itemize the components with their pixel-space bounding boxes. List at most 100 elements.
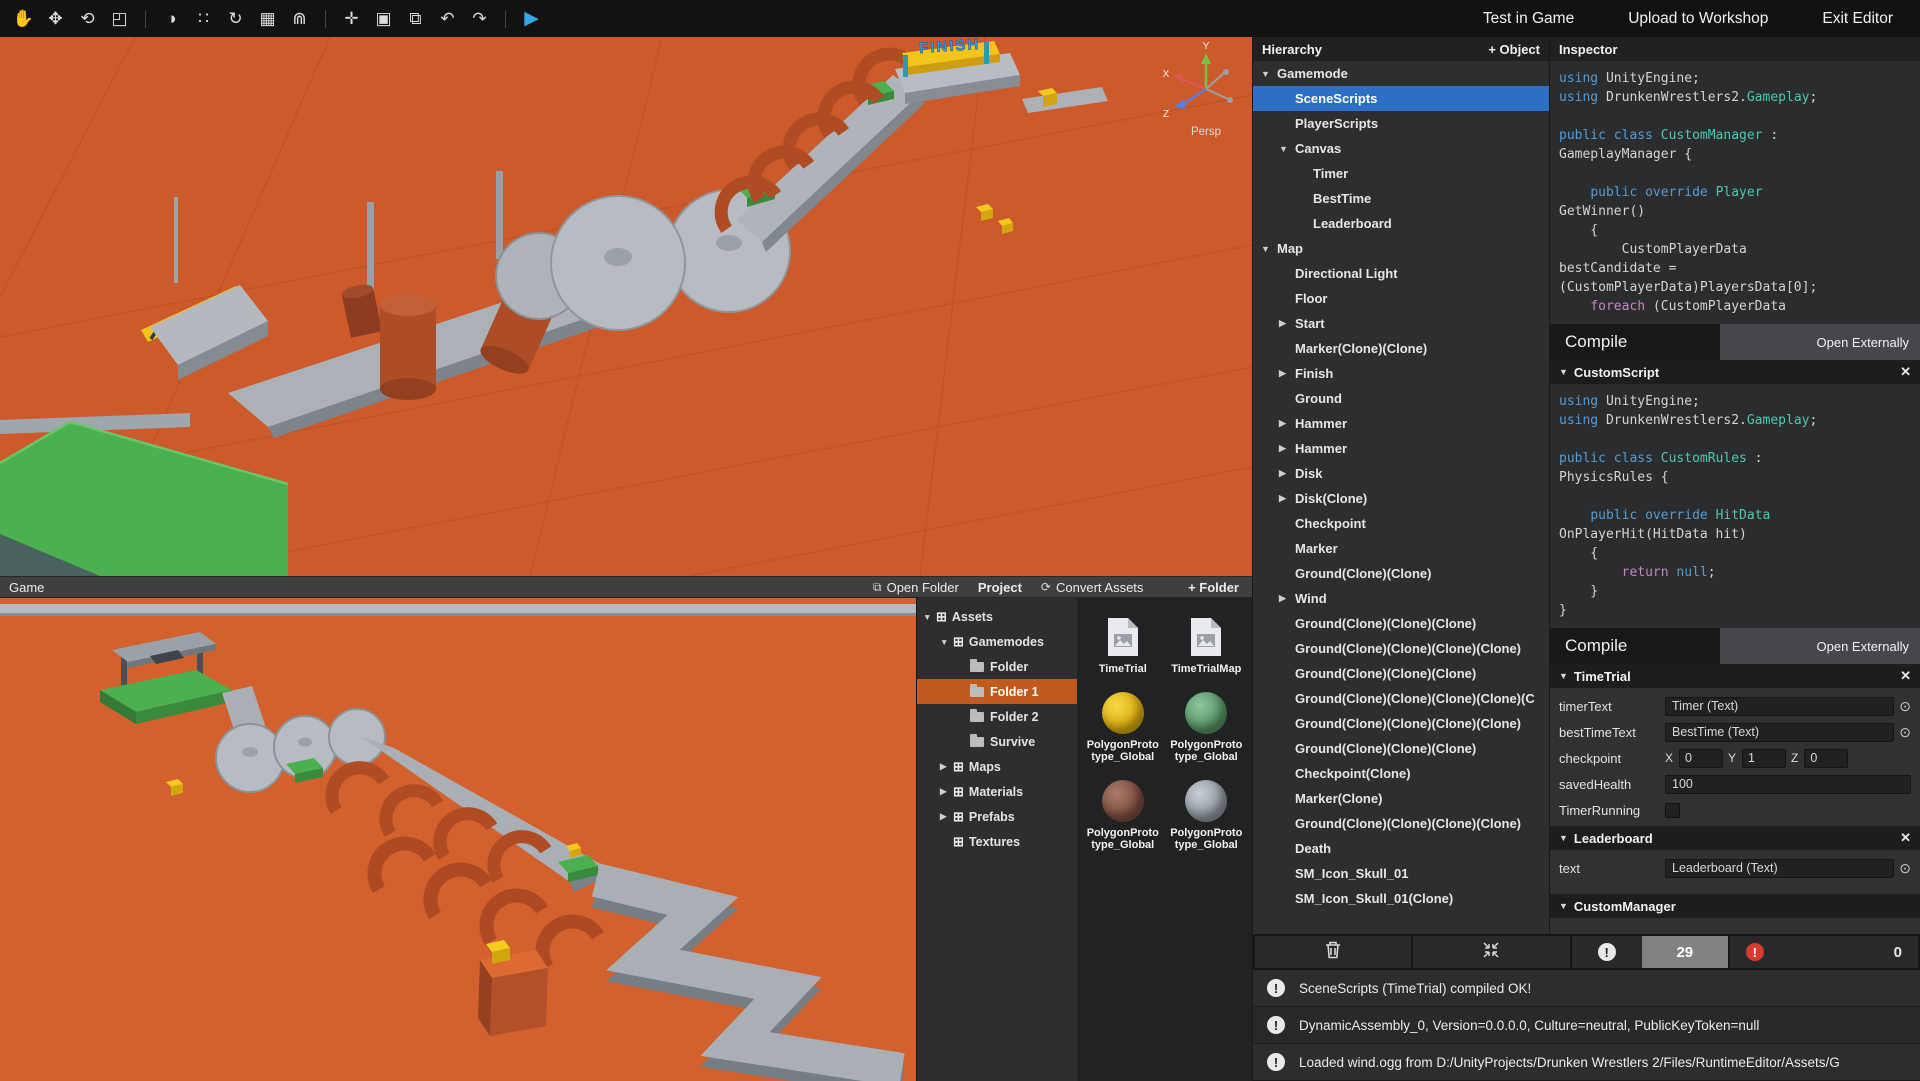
console-message[interactable]: !Loaded wind.ogg from D:/UnityProjects/D… xyxy=(1253,1044,1920,1081)
open-externally-button[interactable]: Open Externally xyxy=(1817,335,1920,350)
hierarchy-item[interactable]: SM_Icon_Skull_01(Clone) xyxy=(1253,886,1549,911)
hierarchy-item[interactable]: BestTime xyxy=(1253,186,1549,211)
gizmo-mode-label[interactable]: Persp xyxy=(1191,126,1221,138)
close-icon[interactable]: ✕ xyxy=(1900,364,1911,380)
project-tree-item[interactable]: Folder 1 xyxy=(917,679,1077,704)
chevron-down-icon[interactable]: ▼ xyxy=(1261,69,1277,79)
undo-tool-icon[interactable]: ↶ xyxy=(436,10,459,27)
snap-tool-icon[interactable]: ∷ xyxy=(192,10,215,27)
scene-viewport[interactable]: FINISH Y X Z Persp xyxy=(0,37,1252,576)
test-in-game-button[interactable]: Test in Game xyxy=(1456,0,1601,37)
hierarchy-item[interactable]: Ground(Clone)(Clone)(Clone) xyxy=(1253,611,1549,636)
asset-item[interactable]: PolygonPrototype_Global xyxy=(1082,774,1164,852)
compile-button[interactable]: Compile xyxy=(1550,324,1720,360)
redo-tool-icon[interactable]: ↷ xyxy=(468,10,491,27)
chevron-down-icon[interactable]: ▼ xyxy=(1559,671,1568,681)
collapse-console-button[interactable] xyxy=(1413,936,1569,968)
object-reference-field[interactable]: BestTime (Text) xyxy=(1665,723,1894,742)
grid-tool-icon[interactable]: ▦ xyxy=(256,10,279,27)
object-reference-field[interactable]: Timer (Text) xyxy=(1665,697,1894,716)
hierarchy-item[interactable]: Ground(Clone)(Clone) xyxy=(1253,561,1549,586)
chevron-right-icon[interactable]: ▶ xyxy=(1279,368,1295,379)
open-folder-button[interactable]: ⧉ Open Folder xyxy=(873,580,959,595)
magnet-tool-icon[interactable]: ⋒ xyxy=(288,10,311,27)
hierarchy-item[interactable]: ▶Disk xyxy=(1253,461,1549,486)
project-tree-item[interactable]: ▼⊞Gamemodes xyxy=(917,629,1077,654)
hierarchy-item[interactable]: Ground(Clone)(Clone)(Clone)(Clone)(C xyxy=(1253,686,1549,711)
hierarchy-item[interactable]: ▶Disk(Clone) xyxy=(1253,486,1549,511)
hierarchy-item[interactable]: Checkpoint(Clone) xyxy=(1253,761,1549,786)
chevron-down-icon[interactable]: ▼ xyxy=(1279,144,1295,154)
hierarchy-item[interactable]: ▼Canvas xyxy=(1253,136,1549,161)
vector-component-field[interactable]: 1 xyxy=(1742,749,1786,768)
object-picker-icon[interactable]: ⊙ xyxy=(1899,861,1911,875)
object-picker-icon[interactable]: ⊙ xyxy=(1899,725,1911,739)
object-reference-field[interactable]: Leaderboard (Text) xyxy=(1665,859,1894,878)
add-object-tool-icon[interactable]: ✛ xyxy=(340,10,363,27)
console-message[interactable]: !DynamicAssembly_0, Version=0.0.0.0, Cul… xyxy=(1253,1007,1920,1044)
project-tree-item[interactable]: ▶⊞Prefabs xyxy=(917,804,1077,829)
project-tree-item[interactable]: ▼⊞Assets xyxy=(917,604,1077,629)
hierarchy-item[interactable]: Floor xyxy=(1253,286,1549,311)
play-button-icon[interactable]: ▶ xyxy=(520,9,543,28)
console-message[interactable]: !SceneScripts (TimeTrial) compiled OK! xyxy=(1253,970,1920,1007)
asset-item[interactable]: PolygonPrototype_Global xyxy=(1165,774,1247,852)
open-externally-button[interactable]: Open Externally xyxy=(1817,639,1920,654)
add-object-button[interactable]: + Object xyxy=(1488,42,1540,57)
chevron-right-icon[interactable]: ▶ xyxy=(940,761,953,772)
vector-component-field[interactable]: 0 xyxy=(1679,749,1723,768)
project-tree-item[interactable]: ⊞Textures xyxy=(917,829,1077,854)
add-folder-button[interactable]: + Folder xyxy=(1188,580,1239,595)
chevron-right-icon[interactable]: ▶ xyxy=(940,786,953,797)
asset-item[interactable]: PolygonPrototype_Global xyxy=(1165,686,1247,764)
chevron-down-icon[interactable]: ▼ xyxy=(1559,901,1568,911)
upload-to-workshop-button[interactable]: Upload to Workshop xyxy=(1601,0,1795,37)
chevron-right-icon[interactable]: ▶ xyxy=(1279,418,1295,429)
chevron-right-icon[interactable]: ▶ xyxy=(940,811,953,822)
project-tree-item[interactable]: Folder xyxy=(917,654,1077,679)
clear-console-button[interactable] xyxy=(1255,936,1411,968)
warning-filter-button[interactable]: ! 29 xyxy=(1572,936,1728,968)
hierarchy-item[interactable]: Marker(Clone)(Clone) xyxy=(1253,336,1549,361)
chevron-right-icon[interactable]: ▶ xyxy=(1279,493,1295,504)
chevron-down-icon[interactable]: ▼ xyxy=(1559,833,1568,843)
text-field[interactable]: 100 xyxy=(1665,775,1911,794)
game-view-tab[interactable]: Game xyxy=(0,580,44,595)
project-tree-item[interactable]: ▶⊞Materials xyxy=(917,779,1077,804)
hierarchy-item[interactable]: Ground(Clone)(Clone)(Clone)(Clone) xyxy=(1253,711,1549,736)
custom-manager-header[interactable]: ▼ CustomManager xyxy=(1550,894,1920,918)
chevron-right-icon[interactable]: ▶ xyxy=(1279,593,1295,604)
asset-item[interactable]: TimeTrialMap xyxy=(1165,610,1247,676)
hierarchy-item[interactable]: Ground xyxy=(1253,386,1549,411)
hierarchy-item[interactable]: Ground(Clone)(Clone)(Clone) xyxy=(1253,736,1549,761)
hierarchy-item[interactable]: ▼Map xyxy=(1253,236,1549,261)
hierarchy-item[interactable]: Marker xyxy=(1253,536,1549,561)
asset-item[interactable]: TimeTrial xyxy=(1082,610,1164,676)
hierarchy-item[interactable]: Directional Light xyxy=(1253,261,1549,286)
exit-editor-button[interactable]: Exit Editor xyxy=(1795,0,1920,37)
scale-tool-icon[interactable]: ◰ xyxy=(108,10,131,27)
chevron-down-icon[interactable]: ▼ xyxy=(1559,367,1568,377)
error-filter-button[interactable]: ! 0 xyxy=(1730,936,1918,968)
script-editor-custommanager[interactable]: using UnityEngine;using DrunkenWrestlers… xyxy=(1550,61,1920,324)
move-tool-icon[interactable]: ✥ xyxy=(44,10,67,27)
hierarchy-item[interactable]: ▼Gamemode xyxy=(1253,61,1549,86)
hierarchy-item[interactable]: SM_Icon_Skull_01 xyxy=(1253,861,1549,886)
convert-assets-button[interactable]: ⟳ Convert Assets xyxy=(1041,580,1144,595)
script-editor-customrules[interactable]: using UnityEngine;using DrunkenWrestlers… xyxy=(1550,384,1920,628)
hierarchy-item[interactable]: ▶Finish xyxy=(1253,361,1549,386)
checkbox[interactable] xyxy=(1665,803,1680,818)
hierarchy-item[interactable]: ▶Hammer xyxy=(1253,436,1549,461)
custom-script-header[interactable]: ▼ CustomScript ✕ xyxy=(1550,360,1920,384)
save-tool-icon[interactable]: ▣ xyxy=(372,10,395,27)
chevron-right-icon[interactable]: ▶ xyxy=(1279,443,1295,454)
time-trial-header[interactable]: ▼ TimeTrial ✕ xyxy=(1550,664,1920,688)
game-viewport[interactable] xyxy=(0,598,916,1081)
chevron-right-icon[interactable]: ▶ xyxy=(1279,318,1295,329)
object-picker-icon[interactable]: ⊙ xyxy=(1899,699,1911,713)
hierarchy-item[interactable]: ▶Wind xyxy=(1253,586,1549,611)
pivot-tool-icon[interactable]: ◑ xyxy=(160,10,183,27)
chevron-down-icon[interactable]: ▼ xyxy=(1261,244,1277,254)
hierarchy-item[interactable]: Marker(Clone) xyxy=(1253,786,1549,811)
compile-button[interactable]: Compile xyxy=(1550,628,1720,664)
